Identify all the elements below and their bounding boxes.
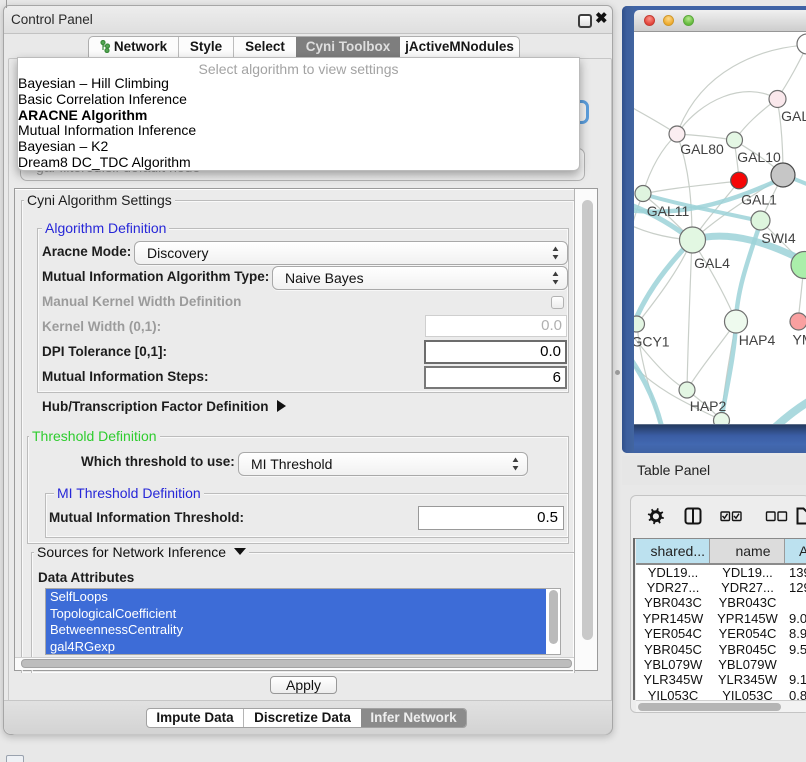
svg-text:GCY1: GCY1 [634,334,670,350]
svg-text:YM: YM [793,332,806,348]
svg-text:SWI4: SWI4 [761,230,795,246]
svg-text:HAP4: HAP4 [739,332,776,348]
svg-text:GAL7: GAL7 [781,108,806,124]
svg-text:GAL1: GAL1 [741,192,777,208]
svg-text:GAL11: GAL11 [647,203,690,219]
svg-text:GAL10: GAL10 [737,149,781,165]
svg-text:GAL80: GAL80 [680,141,724,157]
svg-text:HAP2: HAP2 [690,398,727,414]
svg-text:GAL4: GAL4 [694,255,730,271]
